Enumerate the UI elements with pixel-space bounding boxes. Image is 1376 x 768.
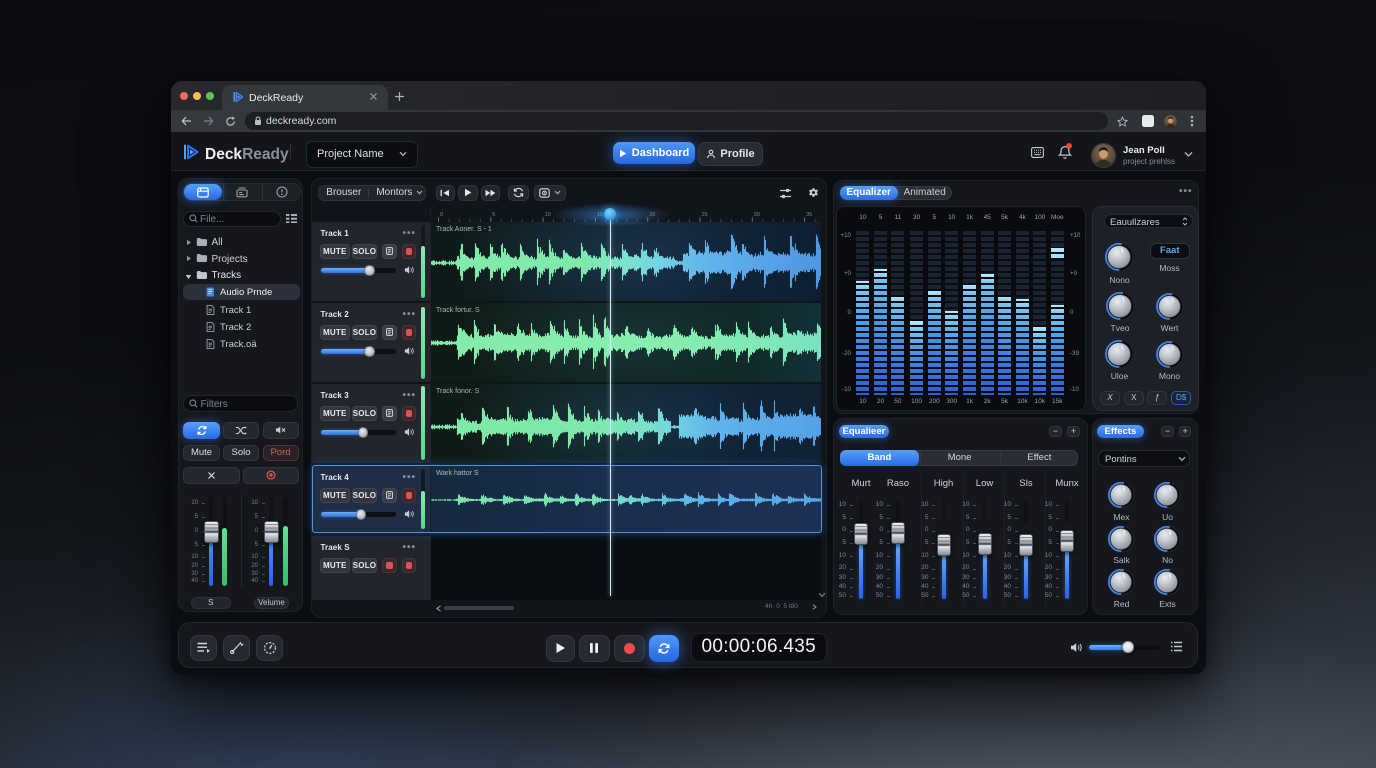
svg-text:0: 0 [440, 212, 443, 218]
svg-text:30: 30 [754, 212, 760, 218]
svg-text:25: 25 [702, 212, 708, 218]
svg-text:35: 35 [806, 212, 812, 218]
svg-text:10: 10 [545, 212, 551, 218]
svg-text:5: 5 [492, 212, 495, 218]
